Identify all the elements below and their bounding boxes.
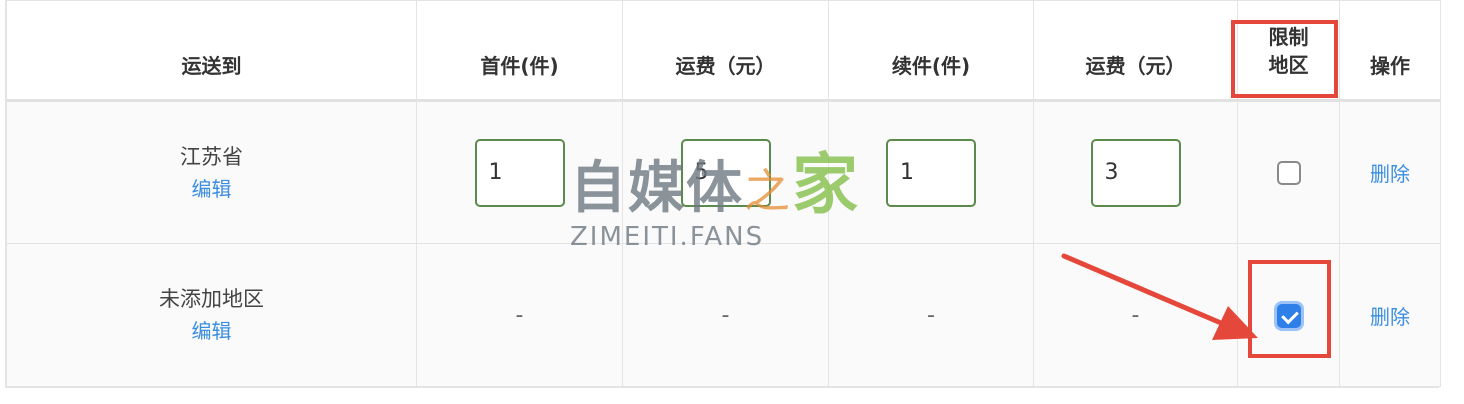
cell-first-qty: - — [416, 243, 623, 387]
table-row: 未添加地区 编辑 - - - - 删除 — [6, 243, 1441, 387]
header-restricted-line1: 限制 — [1268, 25, 1309, 49]
header-first-qty: 首件(件) — [416, 0, 623, 102]
cell-restricted — [1237, 243, 1340, 387]
empty-value: - — [927, 302, 935, 328]
table-header-row: 运送到 首件(件) 运费（元） 续件(件) 运费（元） 限制 地区 操作 — [6, 0, 1441, 102]
region-name: 江苏省 — [180, 144, 243, 169]
shipping-table-wrapper: 运送到 首件(件) 运费（元） 续件(件) 运费（元） 限制 地区 操作 江苏省… — [5, 0, 1441, 388]
cell-first-fee — [622, 100, 829, 244]
delete-link[interactable]: 删除 — [1370, 305, 1410, 329]
cell-first-fee: - — [622, 243, 829, 387]
table-row: 江苏省 编辑 删除 — [6, 100, 1441, 244]
cell-first-qty — [416, 100, 623, 244]
header-extra-qty: 续件(件) — [828, 0, 1034, 102]
header-first-fee: 运费（元） — [622, 0, 829, 102]
first-qty-input[interactable] — [474, 138, 565, 207]
cell-extra-fee: - — [1033, 243, 1238, 387]
shipping-fee-table: 运送到 首件(件) 运费（元） 续件(件) 运费（元） 限制 地区 操作 江苏省… — [6, 0, 1441, 387]
extra-fee-input[interactable] — [1090, 138, 1181, 207]
cell-extra-qty — [828, 100, 1034, 244]
header-ship-to: 运送到 — [6, 0, 417, 102]
cell-actions: 删除 — [1339, 100, 1441, 244]
delete-link[interactable]: 删除 — [1370, 162, 1410, 186]
header-actions: 操作 — [1339, 0, 1441, 102]
header-restricted-region: 限制 地区 — [1237, 0, 1340, 102]
region-name: 未添加地区 — [159, 287, 264, 311]
header-extra-fee: 运费（元） — [1033, 0, 1238, 102]
header-restricted-line2: 地区 — [1268, 53, 1309, 77]
cell-region: 江苏省 编辑 — [6, 100, 417, 244]
restricted-checkbox[interactable] — [1276, 161, 1301, 185]
cell-restricted — [1237, 100, 1340, 244]
cell-region: 未添加地区 编辑 — [6, 243, 417, 387]
extra-qty-input[interactable] — [886, 138, 976, 207]
restricted-checkbox[interactable] — [1276, 303, 1301, 328]
cell-actions: 删除 — [1339, 243, 1441, 387]
empty-value: - — [515, 302, 524, 328]
cell-extra-fee — [1033, 100, 1238, 244]
empty-value: - — [721, 302, 730, 328]
edit-link[interactable]: 编辑 — [8, 173, 415, 205]
empty-value: - — [1131, 302, 1140, 328]
edit-link[interactable]: 编辑 — [8, 315, 415, 347]
first-fee-input[interactable] — [680, 138, 771, 207]
cell-extra-qty: - — [828, 243, 1034, 387]
